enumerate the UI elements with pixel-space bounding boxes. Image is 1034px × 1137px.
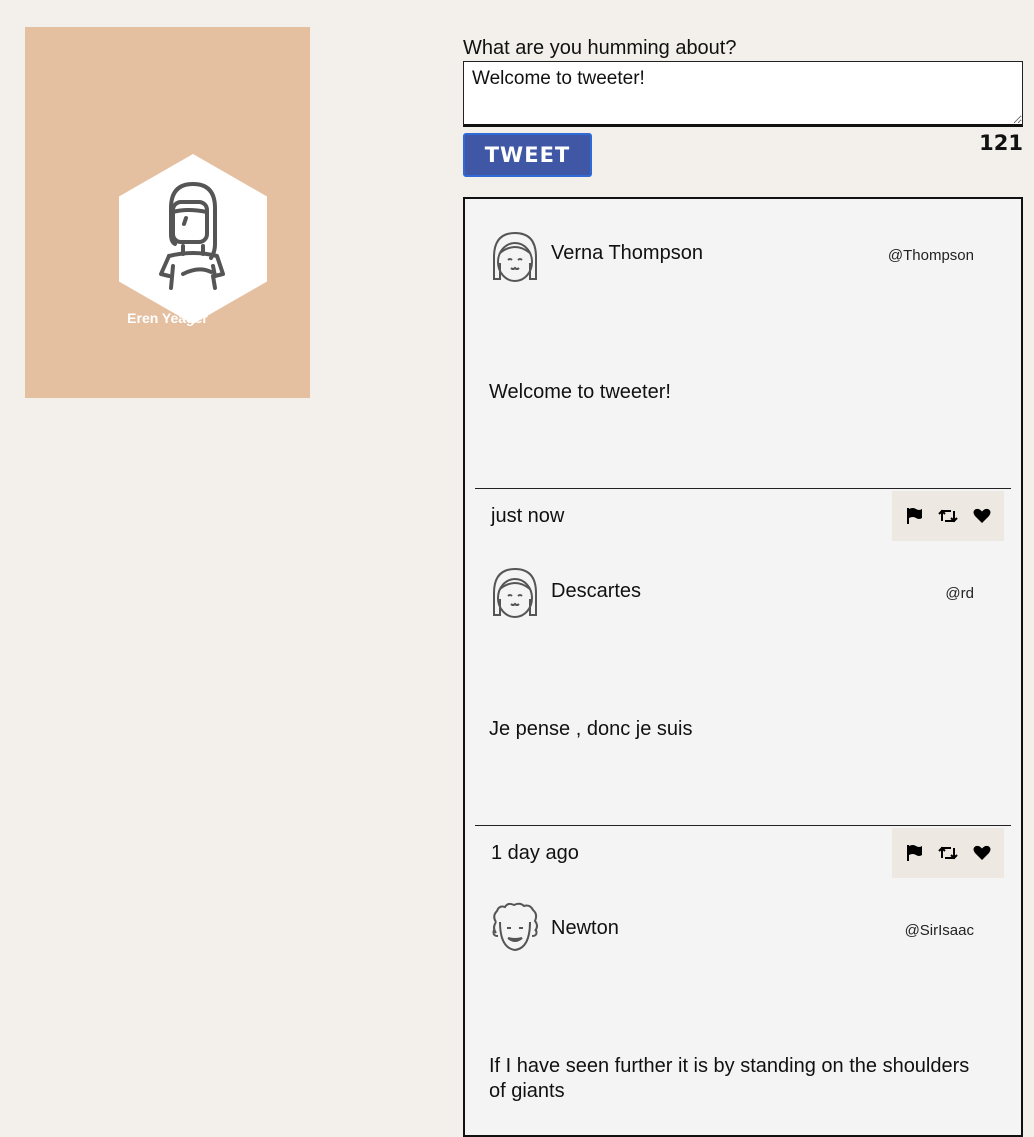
flag-icon[interactable] (905, 844, 923, 862)
tweet-item: Verna Thompson @Thompson Welcome to twee… (465, 199, 1021, 544)
heart-icon[interactable] (973, 508, 991, 524)
tweet-author-name: Newton (551, 917, 619, 939)
girl-avatar-icon (490, 565, 540, 619)
tweet-actions (892, 491, 1004, 541)
user-avatar-icon (159, 182, 225, 290)
tweet-button[interactable]: TWEET (463, 133, 592, 177)
tweet-divider (475, 825, 1011, 826)
tweet-item: Descartes @rd Je pense , donc je suis 1 … (465, 537, 1021, 882)
retweet-icon[interactable] (938, 508, 958, 524)
heart-icon[interactable] (973, 845, 991, 861)
tweet-author-name: Descartes (551, 580, 642, 602)
flag-icon[interactable] (905, 507, 923, 525)
profile-card: Eren Yeager (25, 27, 310, 398)
char-counter: 121 (979, 131, 1023, 155)
tweet-text: Je pense , donc je suis (489, 718, 693, 740)
curly-hair-avatar-icon (490, 902, 540, 956)
tweet-timestamp: just now (491, 505, 565, 527)
tweet-actions (892, 828, 1004, 878)
tweet-timestamp: 1 day ago (491, 842, 579, 864)
profile-avatar (119, 154, 267, 324)
profile-name: Eren Yeager (127, 310, 208, 326)
tweet-divider (475, 488, 1011, 489)
tweet-input[interactable]: Welcome to tweeter! (463, 61, 1023, 127)
tweet-author-handle: @Thompson (887, 247, 974, 264)
compose-label: What are you humming about? (463, 37, 737, 59)
tweet-author-handle: @rd (945, 585, 974, 602)
tweet-text: Welcome to tweeter! (489, 381, 671, 403)
tweet-author-handle: @SirIsaac (904, 922, 974, 939)
girl-avatar-icon (490, 229, 540, 283)
tweet-item: Newton @SirIsaac If I have seen further … (465, 874, 1021, 1134)
tweet-feed: Verna Thompson @Thompson Welcome to twee… (463, 197, 1023, 1137)
tweet-text: If I have seen further it is by standing… (489, 1055, 970, 1102)
retweet-icon[interactable] (938, 845, 958, 861)
tweet-author-name: Verna Thompson (551, 242, 703, 264)
